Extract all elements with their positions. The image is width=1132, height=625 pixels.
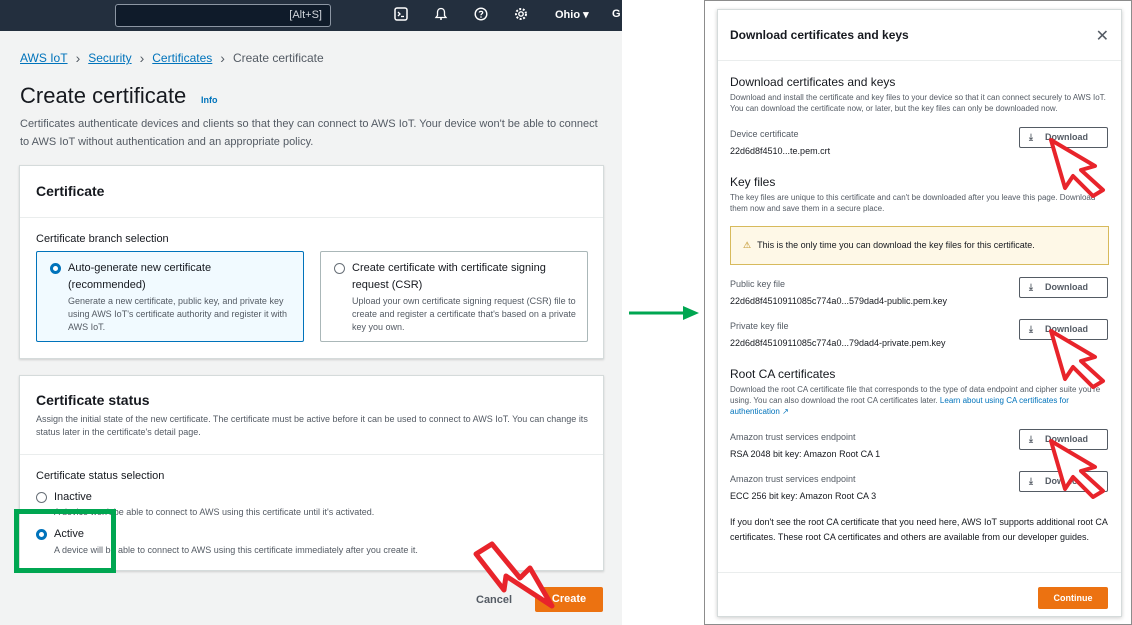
section-desc-download: Download and install the certificate and…: [730, 93, 1106, 113]
console-top-bar: [Alt+S] Ohio ▾ G: [0, 0, 622, 31]
inactive-label[interactable]: Inactive: [54, 491, 92, 503]
status-card-description: Assign the initial state of the new cert…: [36, 414, 588, 437]
auto-generate-title: Auto-generate new certificate (recommend…: [68, 262, 212, 291]
breadcrumb-certificates[interactable]: Certificates: [152, 51, 212, 65]
settings-gear-icon[interactable]: [511, 6, 531, 26]
active-highlight-box: [14, 509, 116, 573]
breadcrumb-current: Create certificate: [232, 51, 324, 65]
modal-header: Download certificates and keys: [730, 28, 909, 42]
external-link-icon: ↗: [782, 407, 789, 416]
download-icon: ⤓: [1029, 132, 1033, 142]
divider: [718, 60, 1121, 61]
endpoint1-label: Amazon trust services endpoint: [730, 432, 856, 442]
public-key-label: Public key file: [730, 279, 786, 289]
endpoint1-value: RSA 2048 bit key: Amazon Root CA 1: [730, 449, 881, 459]
endpoint2-value: ECC 256 bit key: Amazon Root CA 3: [730, 491, 877, 501]
download-icon: ⤓: [1029, 434, 1033, 444]
breadcrumb-security[interactable]: Security: [88, 51, 131, 65]
page-description: Certificates authenticate devices and cl…: [20, 118, 598, 148]
pointer-arrow-icon: [1049, 138, 1105, 198]
breadcrumb: AWS IoT › Security › Certificates › Crea…: [20, 50, 324, 66]
status-selection-label: Certificate status selection: [36, 470, 165, 482]
device-cert-label: Device certificate: [730, 129, 799, 139]
key-files-warning: ⚠ This is the only time you can download …: [730, 226, 1109, 265]
public-key-value: 22d6d8f4510911085c774a0...579dad4-public…: [730, 296, 948, 306]
breadcrumb-separator-icon: ›: [139, 50, 145, 66]
close-icon[interactable]: ✕: [1096, 26, 1109, 46]
download-icon: ⤓: [1029, 282, 1033, 292]
csr-option[interactable]: Create certificate with certificate sign…: [320, 251, 588, 342]
inactive-radio[interactable]: [36, 492, 47, 503]
private-key-label: Private key file: [730, 321, 789, 331]
device-cert-value: 22d6d8f4510...te.pem.crt: [730, 146, 831, 156]
breadcrumb-separator-icon: ›: [220, 50, 225, 66]
breadcrumb-separator-icon: ›: [75, 50, 81, 66]
continue-button[interactable]: Continue: [1038, 587, 1108, 609]
pointer-arrow-icon: [473, 541, 555, 609]
screenshot-composite: [Alt+S] Ohio ▾ G AWS IoT › Security › Ce…: [0, 0, 1132, 625]
key-files-title: Key files: [730, 175, 776, 189]
divider: [20, 454, 603, 455]
download-icon: ⤓: [1029, 324, 1033, 334]
info-link[interactable]: Info: [201, 95, 218, 105]
section-title-download: Download certificates and keys: [730, 75, 896, 89]
endpoint2-label: Amazon trust services endpoint: [730, 474, 856, 484]
download-modal-screenshot: Download certificates and keys ✕ Downloa…: [704, 0, 1132, 625]
certificate-card-heading: Certificate: [36, 183, 105, 199]
csr-title: Create certificate with certificate sign…: [352, 262, 546, 291]
download-icon: ⤓: [1029, 476, 1033, 486]
auto-generate-option[interactable]: Auto-generate new certificate (recommend…: [36, 251, 304, 342]
notifications-icon[interactable]: [431, 6, 451, 26]
help-icon[interactable]: [471, 6, 491, 26]
breadcrumb-aws-iot[interactable]: AWS IoT: [20, 51, 68, 65]
pointer-arrow-icon: [1049, 439, 1105, 499]
create-certificate-page: [Alt+S] Ohio ▾ G AWS IoT › Security › Ce…: [0, 0, 622, 625]
warning-icon: ⚠: [743, 240, 752, 250]
pointer-arrow-icon: [1049, 329, 1105, 389]
divider: [20, 217, 603, 218]
divider: [718, 572, 1121, 573]
csr-description: Upload your own certificate signing requ…: [352, 296, 576, 332]
account-menu-cut[interactable]: G: [612, 8, 621, 20]
transition-arrow-icon: [629, 306, 699, 320]
download-modal: Download certificates and keys ✕ Downloa…: [717, 9, 1122, 617]
download-public-key-button[interactable]: ⤓ Download: [1019, 277, 1108, 298]
certificate-card: Certificate Certificate branch selection…: [19, 165, 604, 359]
root-ca-footer-note: If you don't see the root CA certificate…: [730, 517, 1108, 542]
cloudshell-icon[interactable]: [391, 6, 411, 26]
page-title: Create certificate: [20, 83, 187, 108]
auto-generate-description: Generate a new certificate, public key, …: [68, 296, 287, 332]
region-selector[interactable]: Ohio ▾: [555, 8, 589, 21]
search-input[interactable]: [Alt+S]: [115, 4, 331, 27]
auto-generate-radio[interactable]: [50, 263, 61, 274]
branch-selection-label: Certificate branch selection: [36, 233, 169, 245]
status-card-heading: Certificate status: [36, 392, 150, 408]
csr-radio[interactable]: [334, 263, 345, 274]
root-ca-title: Root CA certificates: [730, 367, 836, 381]
private-key-value: 22d6d8f4510911085c774a0...79dad4-private…: [730, 338, 946, 348]
